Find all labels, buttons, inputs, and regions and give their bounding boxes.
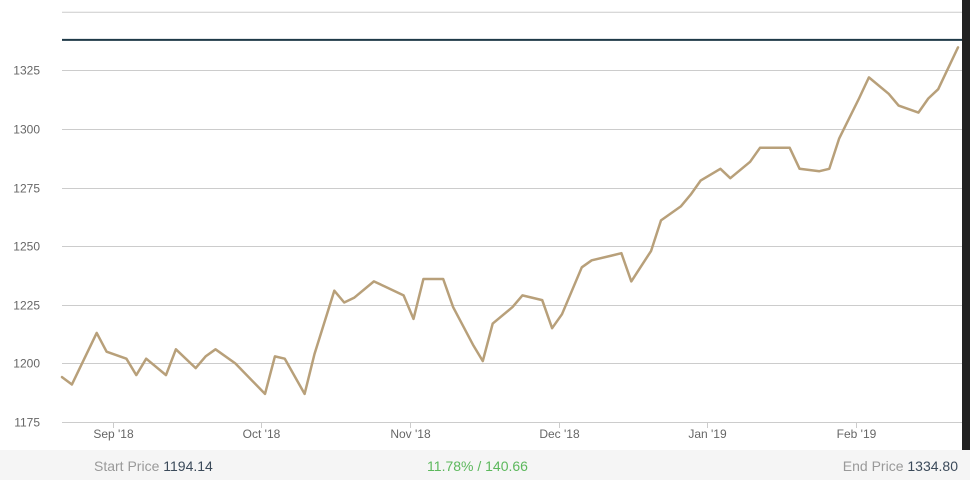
end-price-label: End Price: [842, 458, 904, 474]
price-series-line: [60, 46, 960, 396]
y-axis-ticks: 1175 1200 1225 1250 1275 1300 1325: [13, 64, 40, 430]
chart-svg: 1175 1200 1225 1250 1275 1300 1325 Sep '18 Oct …: [13, 11, 962, 441]
series-group: [60, 46, 960, 396]
y-tick-label-1250: 1250: [13, 240, 40, 254]
y-tick-label-1175: 1175: [14, 416, 40, 430]
x-tick-label-3: Dec '18: [539, 427, 580, 441]
price-summary-bar: Start Price 1194.14 11.78% / 140.66 End …: [0, 450, 970, 480]
x-tick-label-5: Feb '19: [837, 427, 877, 441]
x-tick-label-4: Jan '19: [688, 427, 727, 441]
y-tick-label-1275: 1275: [13, 182, 40, 196]
y-tick-label-1225: 1225: [13, 299, 40, 313]
gridlines: [62, 11, 962, 423]
price-chart: 1175 1200 1225 1250 1275 1300 1325 Sep '18 Oct …: [0, 0, 970, 450]
x-tick-label-0: Sep '18: [93, 427, 134, 441]
x-tick-label-2: Nov '18: [390, 427, 431, 441]
x-axis-ticks: Sep '18 Oct '18 Nov '18 Dec '18 Jan '19 Feb '…: [93, 422, 877, 441]
price-change-value: 11.78% / 140.66: [427, 458, 528, 474]
end-price-value: 1334.80: [907, 458, 958, 474]
window-edge: [962, 0, 970, 450]
y-tick-label-1300: 1300: [13, 123, 40, 137]
price-change: 11.78% / 140.66: [0, 458, 955, 474]
x-tick-label-1: Oct '18: [243, 427, 281, 441]
end-price: End Price 1334.80: [843, 458, 958, 474]
y-tick-label-1200: 1200: [13, 357, 40, 371]
y-tick-label-1325: 1325: [13, 64, 40, 78]
